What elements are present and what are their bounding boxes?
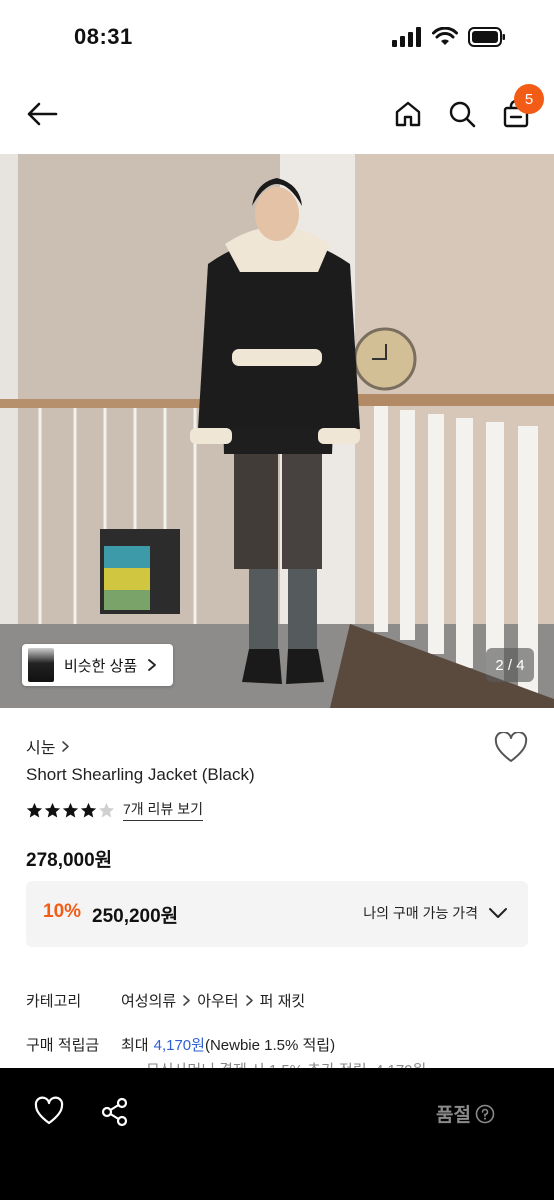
bottom-action-bar: 품절	[0, 1068, 554, 1200]
status-bar: 08:31	[0, 0, 554, 76]
chevron-right-icon	[62, 740, 70, 752]
star-icon	[26, 802, 43, 817]
star-icon	[44, 802, 61, 817]
signal-icon	[392, 27, 421, 47]
category-path: 여성의류 아우터 퍼 재킷	[121, 990, 305, 1011]
image-page-indicator: 2 / 4	[486, 648, 534, 682]
heart-icon	[494, 731, 528, 762]
back-arrow-icon	[27, 102, 58, 126]
star-icon	[80, 802, 97, 817]
star-icon	[98, 802, 115, 817]
product-name: Short Shearling Jacket (Black)	[26, 765, 255, 784]
product-photo	[0, 154, 554, 708]
star-rating	[26, 802, 115, 819]
back-button[interactable]	[22, 94, 62, 134]
points-prefix: 최대	[121, 1037, 149, 1054]
review-link[interactable]: 7개 리뷰 보기	[123, 799, 203, 821]
bottom-wishlist-button[interactable]	[33, 1096, 65, 1128]
category-label: 카테고리	[26, 993, 82, 1010]
category-level-3[interactable]: 퍼 재킷	[260, 990, 306, 1011]
cart-count-badge: 5	[514, 84, 544, 114]
soldout-status: 품절	[436, 1100, 495, 1127]
points-value: 최대 4,170원 (Newbie 1.5% 적립)	[121, 1034, 335, 1055]
my-price-toggle[interactable]: 나의 구매 가능 가격	[363, 903, 508, 923]
chevron-right-icon	[183, 995, 191, 1006]
similar-products-button[interactable]: 비슷한 상품	[22, 644, 174, 686]
soldout-label: 품절	[436, 1105, 471, 1126]
original-price: 278,000원	[26, 850, 113, 871]
top-nav	[0, 76, 554, 154]
category-level-2[interactable]: 아우터	[197, 990, 238, 1011]
status-icons	[392, 27, 506, 47]
wifi-icon	[432, 27, 458, 45]
chevron-right-icon	[148, 659, 157, 671]
similar-products-label: 비슷한 상품	[64, 657, 138, 675]
wishlist-button[interactable]	[494, 731, 528, 764]
brand-name: 시눈	[26, 740, 56, 757]
my-price-label: 나의 구매 가능 가격	[363, 905, 478, 921]
battery-icon	[468, 27, 505, 47]
search-icon	[449, 101, 476, 128]
points-amount: 4,170원	[153, 1037, 205, 1054]
chevron-right-icon	[245, 995, 253, 1006]
points-label: 구매 적립금	[26, 1037, 100, 1054]
share-button[interactable]	[99, 1096, 131, 1128]
search-button[interactable]	[442, 94, 482, 134]
home-button[interactable]	[388, 94, 428, 134]
rating-row: 7개 리뷰 보기	[26, 799, 203, 821]
discount-rate: 10%	[43, 901, 82, 922]
share-icon	[101, 1097, 128, 1127]
home-icon	[395, 101, 421, 127]
question-circle-icon[interactable]	[475, 1104, 495, 1124]
points-suffix: (Newbie 1.5% 적립)	[204, 1037, 336, 1054]
category-level-1[interactable]: 여성의류	[121, 990, 176, 1011]
chevron-down-icon	[489, 908, 507, 918]
heart-icon	[34, 1096, 64, 1125]
discount-price: 250,200원	[92, 906, 179, 927]
my-price-box[interactable]: 10% 250,200원 나의 구매 가능 가격	[26, 881, 528, 947]
star-icon	[62, 802, 79, 817]
product-image-carousel[interactable]: 비슷한 상품 2 / 4	[0, 154, 554, 708]
similar-product-thumbnail	[28, 648, 54, 682]
brand-link[interactable]: 시눈	[26, 734, 70, 758]
status-time: 08:31	[74, 24, 133, 49]
